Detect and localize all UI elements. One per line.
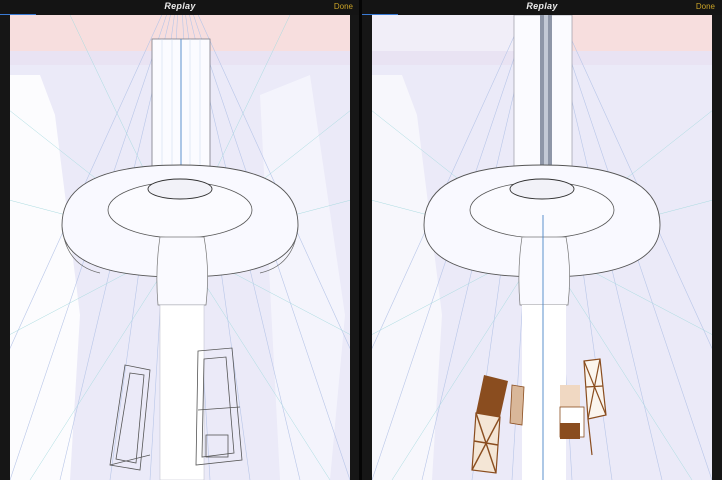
replay-title: Replay — [526, 1, 558, 11]
canvas-edge-right — [712, 15, 722, 480]
tower-painting — [372, 15, 712, 480]
replay-panel-left: Replay Done — [0, 0, 360, 480]
drawing-canvas[interactable] — [372, 15, 712, 480]
replay-panel-right: Replay Done — [362, 0, 722, 480]
replay-toolbar: Replay Done — [362, 0, 722, 15]
tower-sketch — [10, 15, 350, 480]
done-button[interactable]: Done — [696, 2, 715, 11]
canvas-edge-left — [362, 15, 372, 480]
done-button[interactable]: Done — [334, 2, 353, 11]
replay-toolbar: Replay Done — [0, 0, 360, 15]
replay-title: Replay — [164, 1, 196, 11]
canvas-edge-left — [0, 15, 10, 480]
drawing-canvas[interactable] — [10, 15, 350, 480]
